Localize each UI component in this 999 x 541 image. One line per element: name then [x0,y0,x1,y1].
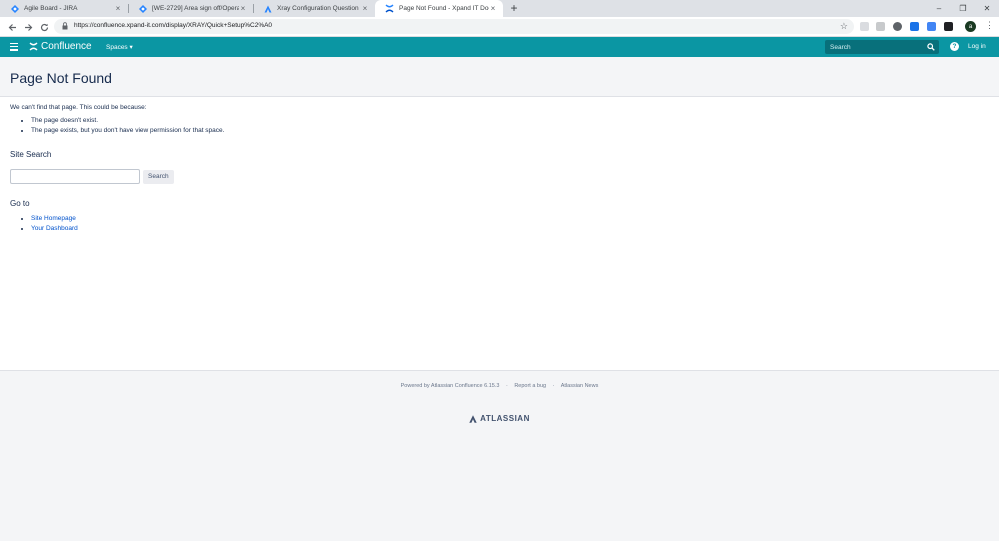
page-footer: Powered by Atlassian Confluence 6.15.3 ·… [0,370,999,541]
forward-icon[interactable] [22,21,34,33]
main-content: We can't find that page. This could be b… [0,97,999,370]
list-item: Your Dashboard [31,225,989,233]
reload-icon[interactable] [38,21,50,33]
tab-xray-configuration[interactable]: Xray Configuration Question × [253,0,375,17]
confluence-logo-icon [29,42,38,51]
new-tab-button[interactable]: + [508,1,520,15]
url-text: https://confluence.xpand-it.com/display/… [74,22,273,29]
tab-title: [WE-2729] Area sign off/Operatio [152,5,239,12]
site-homepage-link[interactable]: Site Homepage [31,215,76,222]
zoom-extension-icon[interactable] [927,22,936,31]
close-tab-icon[interactable]: × [361,4,369,13]
atlassian-news-link[interactable]: Atlassian News [561,383,599,389]
list-item: Site Homepage [31,215,989,223]
puzzle-extension-icon[interactable] [910,22,919,31]
header-search-input[interactable] [825,40,925,54]
tab-title: Xray Configuration Question [277,5,359,12]
reasons-list: The page doesn't exist. The page exists,… [31,117,989,135]
browser-toolbar: https://confluence.xpand-it.com/display/… [0,17,999,37]
atlassian-logo[interactable]: ATLASSIAN [0,414,999,423]
jira-icon [138,4,147,13]
your-dashboard-link[interactable]: Your Dashboard [31,225,78,232]
goto-list: Site Homepage Your Dashboard [31,215,989,233]
lock-icon [62,22,68,30]
browser-menu-icon[interactable]: ⋮ [985,20,994,31]
list-item: The page doesn't exist. [31,117,989,125]
close-tab-icon[interactable]: × [489,4,497,13]
goto-heading: Go to [10,199,30,208]
chevron-down-icon: ▾ [129,44,133,51]
atlassian-logo-icon [469,414,477,423]
restore-button[interactable]: ❐ [952,0,974,17]
browser-tab-strip: Agile Board - JIRA × [WE-2729] Area sign… [0,0,999,17]
spaces-label: Spaces [106,44,128,51]
site-search-heading: Site Search [10,150,52,159]
product-name: Confluence [41,41,92,52]
login-link[interactable]: Log in [968,43,986,50]
confluence-logo[interactable]: Confluence [29,41,92,52]
circle-extension-icon[interactable] [893,22,902,31]
tab-agile-board[interactable]: Agile Board - JIRA × [0,0,128,17]
dark-extension-icon[interactable] [944,22,953,31]
footer-separator: · [552,383,555,389]
page-title: Page Not Found [10,70,112,86]
footer-separator: · [505,383,508,389]
close-tab-icon[interactable]: × [114,4,122,13]
tab-page-not-found[interactable]: Page Not Found - Xpand IT Doc × [375,0,503,17]
report-bug-link[interactable]: Report a bug [514,383,546,389]
list-item: The page exists, but you don't have view… [31,127,989,135]
atlassian-icon [263,4,272,13]
search-icon[interactable] [927,43,935,51]
tab-title: Page Not Found - Xpand IT Doc [399,5,489,12]
confluence-header: Confluence Spaces ▾ ? Log in [0,37,999,57]
powered-by-link[interactable]: Powered by Atlassian Confluence 6.15.3 [401,383,500,389]
jira-icon [10,4,19,13]
hamburger-menu-icon[interactable] [10,43,18,51]
minimize-button[interactable]: – [928,0,950,17]
not-found-lead: We can't find that page. This could be b… [10,104,147,111]
chat-extension-icon[interactable] [876,22,885,31]
close-tab-icon[interactable]: × [239,4,247,13]
close-window-button[interactable]: ✕ [976,0,998,17]
site-search-form: Search [10,169,989,184]
footer-links: Powered by Atlassian Confluence 6.15.3 ·… [0,383,999,389]
back-icon[interactable] [6,21,18,33]
header-search[interactable] [825,40,939,54]
camera-extension-icon[interactable] [860,22,869,31]
atlassian-brand: ATLASSIAN [480,414,530,423]
tab-title: Agile Board - JIRA [24,5,78,12]
confluence-icon [385,4,394,13]
profile-avatar[interactable]: a [965,21,976,32]
tab-we-2729[interactable]: [WE-2729] Area sign off/Operatio × [128,0,253,17]
spaces-menu[interactable]: Spaces ▾ [106,43,133,51]
page-title-band: Page Not Found [0,57,999,97]
site-search-input[interactable] [10,169,140,184]
site-search-button[interactable]: Search [143,169,174,184]
help-icon[interactable]: ? [950,42,959,51]
address-bar[interactable]: https://confluence.xpand-it.com/display/… [54,19,854,34]
bookmark-star-icon[interactable]: ☆ [840,21,848,32]
